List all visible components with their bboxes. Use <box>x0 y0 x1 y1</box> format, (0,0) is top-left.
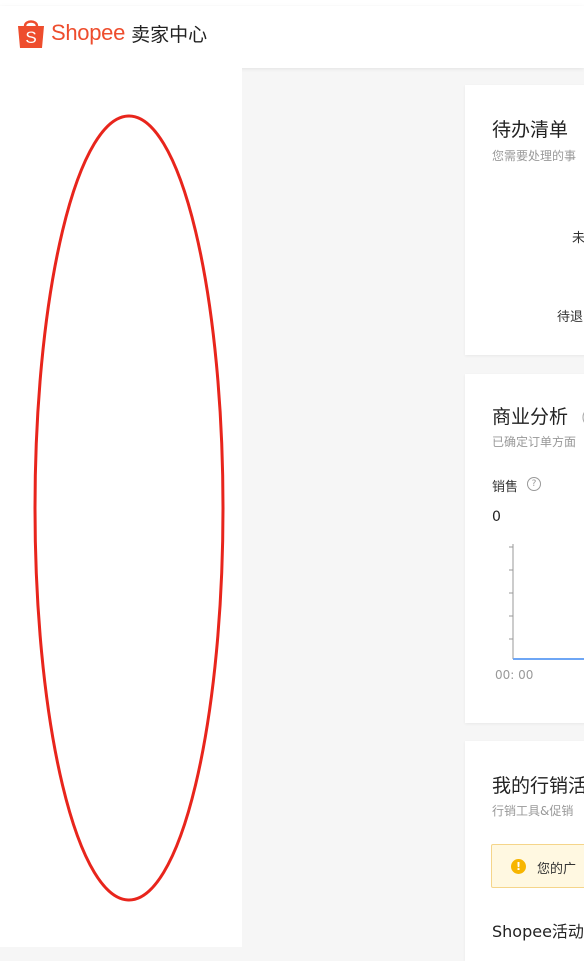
sales-label: 销售 <box>492 480 519 495</box>
shopee-logo[interactable]: S Shopee 卖家中心 <box>16 16 207 50</box>
sales-value: 0 <box>492 509 501 525</box>
todo-item-2[interactable]: 待退 <box>557 306 583 325</box>
marketing-card: 我的行销活 行销工具&促销 ! 您的广 Shopee活动 <box>465 741 584 961</box>
marketing-title: 我的行销活 <box>492 775 584 797</box>
analytics-subtitle: 已确定订单方面 <box>492 435 577 449</box>
todo-title: 待办清单 <box>492 119 569 141</box>
analytics-title: 商业分析（ <box>492 402 584 429</box>
chart-y-axis <box>509 544 514 659</box>
warning-icon: ! <box>511 859 526 874</box>
seller-center-title: 卖家中心 <box>131 23 208 46</box>
svg-text:S: S <box>25 28 36 47</box>
marketing-subtitle: 行销工具&促销 <box>492 804 574 818</box>
analytics-title-suffix: （ <box>572 409 584 427</box>
todo-item-1[interactable]: 未 <box>572 227 584 246</box>
analytics-card: 商业分析（ 已确定订单方面 销售 ? 0 00: 00 <box>465 374 584 723</box>
ad-notice[interactable]: ! 您的广 <box>491 844 584 888</box>
brand-name: Shopee <box>51 20 126 45</box>
analytics-title-text: 商业分析 <box>492 406 569 428</box>
shopee-campaign-heading: Shopee活动 <box>492 922 584 941</box>
question-circle-icon[interactable]: ? <box>527 477 541 491</box>
x-tick-label: 00: 00 <box>495 668 533 682</box>
shopping-bag-icon: S <box>18 20 44 48</box>
chart-x-ticks: 00: 00 <box>495 668 533 682</box>
todo-subtitle: 您需要处理的事 <box>492 149 577 163</box>
top-header: S Shopee 卖家中心 <box>0 6 584 68</box>
todo-card: 待办清单 您需要处理的事 未 待退 <box>465 85 584 355</box>
sales-chart: 00: 00 <box>495 544 584 682</box>
red-oval-annotation <box>33 114 225 902</box>
ad-notice-text: 您的广 <box>537 862 577 877</box>
